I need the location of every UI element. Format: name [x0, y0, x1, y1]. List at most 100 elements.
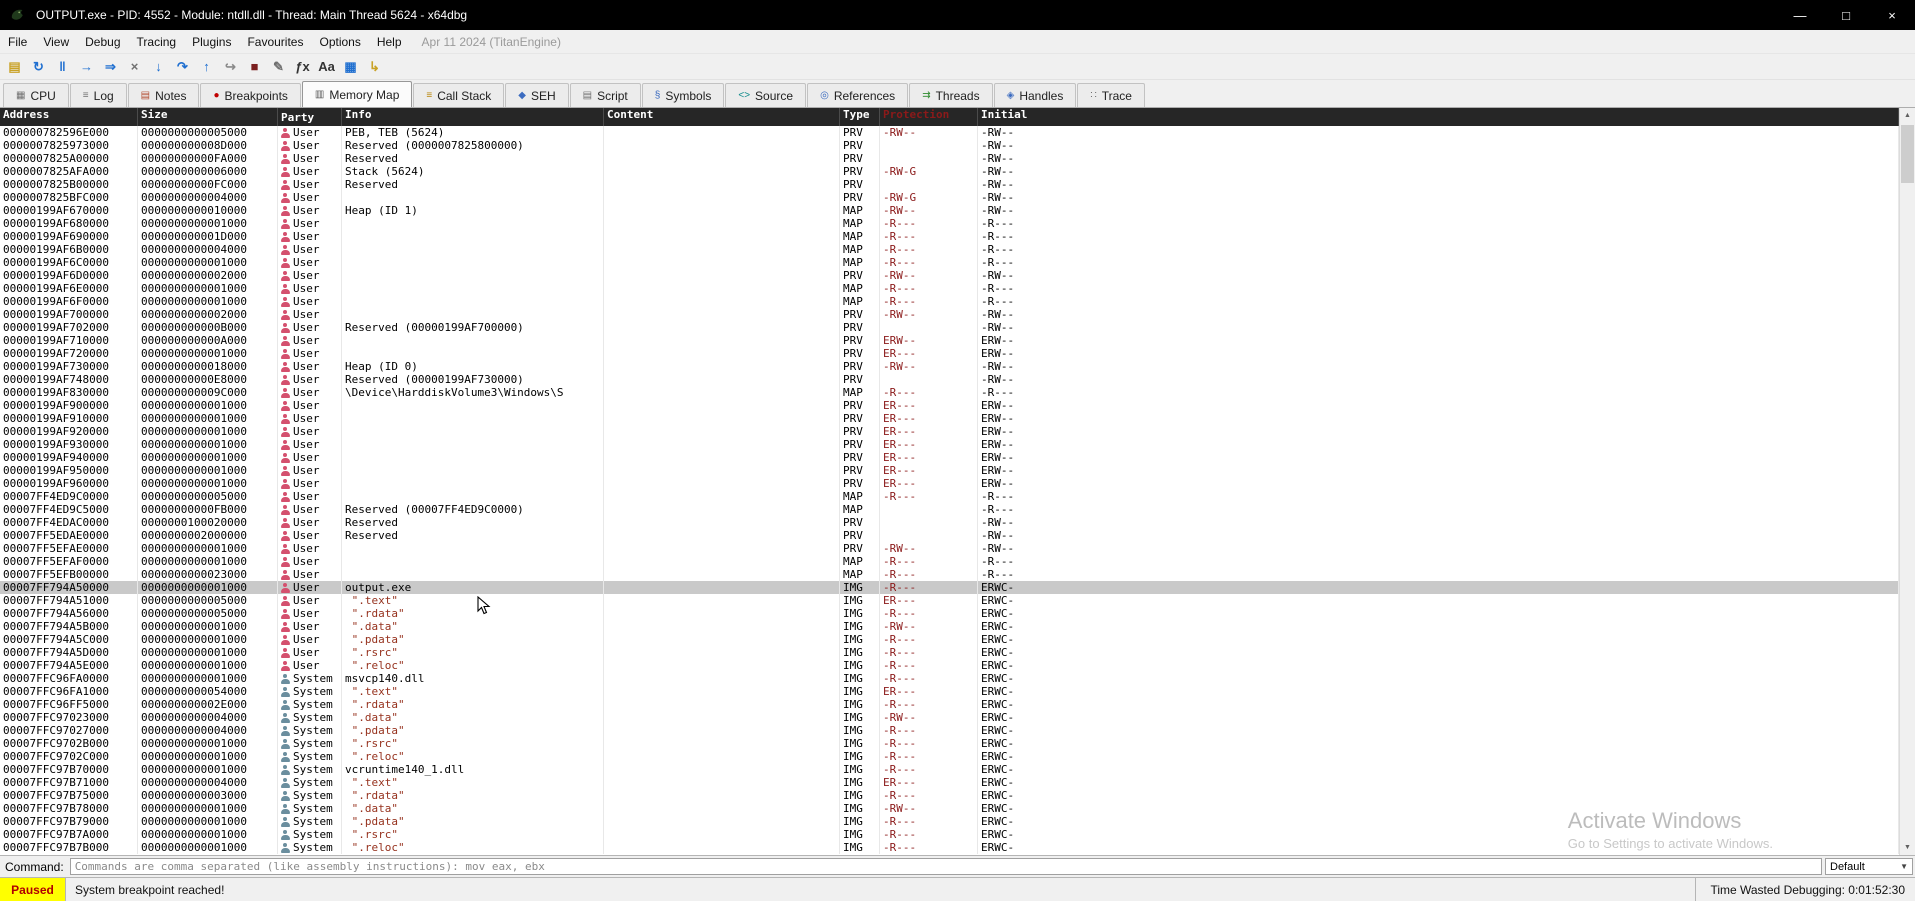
memory-map-row[interactable]: 00007FFC97B78000 0000000000001000 System… [0, 802, 1899, 815]
pause-icon[interactable]: ‖ [52, 56, 73, 77]
memory-map-row[interactable]: 00007FF4EDAC0000 0000000100020000 User R… [0, 516, 1899, 529]
menu-item-file[interactable]: File [0, 30, 35, 53]
tab-call-stack[interactable]: ≡ Call Stack [413, 83, 504, 107]
memory-map-row[interactable]: 000000782596E000 0000000000005000 User P… [0, 126, 1899, 139]
menu-item-options[interactable]: Options [311, 30, 368, 53]
scroll-up-icon[interactable]: ▲ [1900, 108, 1915, 123]
column-header-protection[interactable]: Protection [880, 108, 978, 126]
tab-breakpoints[interactable]: ● Breakpoints [200, 83, 300, 107]
minimize-icon[interactable]: — [1777, 0, 1823, 30]
menu-item-view[interactable]: View [35, 30, 77, 53]
restart-icon[interactable]: ↻ [28, 56, 49, 77]
column-header-initial[interactable]: Initial [978, 108, 1899, 126]
menu-item-tracing[interactable]: Tracing [129, 30, 185, 53]
memory-map-row[interactable]: 00000199AF720000 0000000000001000 User P… [0, 347, 1899, 360]
menu-item-favourites[interactable]: Favourites [239, 30, 311, 53]
memory-map-row[interactable]: 00007FFC97B7A000 0000000000001000 System… [0, 828, 1899, 841]
memory-map-row[interactable]: 00007FFC9702C000 0000000000001000 System… [0, 750, 1899, 763]
memory-map-row[interactable]: 00007FFC97B70000 0000000000001000 System… [0, 763, 1899, 776]
memory-map-row[interactable]: 00007FFC97B7B000 0000000000001000 System… [0, 841, 1899, 854]
memory-map-row[interactable]: 00000199AF950000 0000000000001000 User P… [0, 464, 1899, 477]
memory-map-row[interactable]: 00007FF5EDAE0000 0000000002000000 User R… [0, 529, 1899, 542]
memory-map-row[interactable]: 00007FF794A50000 0000000000001000 User o… [0, 581, 1899, 594]
goto-icon[interactable]: ↳ [364, 56, 385, 77]
tab-memory-map[interactable]: ▥ Memory Map [302, 81, 412, 107]
tab-source[interactable]: <> Source [725, 83, 806, 107]
memory-map-row[interactable]: 00007FFC97B75000 0000000000003000 System… [0, 789, 1899, 802]
scrollbar-thumb[interactable] [1901, 125, 1914, 183]
memory-map-row[interactable]: 00007FF794A5D000 0000000000001000 User "… [0, 646, 1899, 659]
memory-map-row[interactable]: 00007FFC9702B000 0000000000001000 System… [0, 737, 1899, 750]
menu-item-plugins[interactable]: Plugins [184, 30, 239, 53]
memory-map-row[interactable]: 00000199AF710000 000000000000A000 User P… [0, 334, 1899, 347]
memory-map-row[interactable]: 00000199AF702000 000000000000B000 User R… [0, 321, 1899, 334]
patches-icon[interactable]: ✎ [268, 56, 289, 77]
memory-map-row[interactable]: 0000007825B00000 00000000000FC000 User R… [0, 178, 1899, 191]
tab-references[interactable]: ◎ References [807, 83, 908, 107]
memory-map-row[interactable]: 00007FF794A5C000 0000000000001000 User "… [0, 633, 1899, 646]
step-out-icon[interactable]: ↑ [196, 56, 217, 77]
memory-map-row[interactable]: 00000199AF748000 00000000000E8000 User R… [0, 373, 1899, 386]
column-header-address[interactable]: Address [0, 108, 138, 126]
memory-map-row[interactable]: 00000199AF910000 0000000000001000 User P… [0, 412, 1899, 425]
memory-map-row[interactable]: 00000199AF690000 000000000001D000 User M… [0, 230, 1899, 243]
column-header-party[interactable]: Party [278, 108, 342, 126]
memory-map-row[interactable]: 00007FFC97023000 0000000000004000 System… [0, 711, 1899, 724]
close-icon[interactable]: × [1869, 0, 1915, 30]
memory-map-row[interactable]: 00007FF4ED9C0000 0000000000005000 User M… [0, 490, 1899, 503]
memory-map-row[interactable]: 00007FF794A5E000 0000000000001000 User "… [0, 659, 1899, 672]
memory-map-row[interactable]: 00007FF794A5B000 0000000000001000 User "… [0, 620, 1899, 633]
memory-map-row[interactable]: 0000007825973000 000000000008D000 User R… [0, 139, 1899, 152]
calculator-icon[interactable]: ƒx [292, 56, 313, 77]
memory-map-row[interactable]: 00000199AF6F0000 0000000000001000 User M… [0, 295, 1899, 308]
memory-map-row[interactable]: 00007FFC97027000 0000000000004000 System… [0, 724, 1899, 737]
memory-map-row[interactable]: 00000199AF6E0000 0000000000001000 User M… [0, 282, 1899, 295]
memory-map-row[interactable]: 00000199AF700000 0000000000002000 User P… [0, 308, 1899, 321]
memory-map-row[interactable]: 00007FF5EFB00000 0000000000023000 User M… [0, 568, 1899, 581]
vertical-scrollbar[interactable]: ▲ ▼ [1899, 108, 1915, 855]
tab-symbols[interactable]: § Symbols [642, 83, 725, 107]
column-header-size[interactable]: Size [138, 108, 278, 126]
cpu-chip-icon[interactable]: ▦ [340, 56, 361, 77]
memory-map-row[interactable]: 00007FFC97B79000 0000000000001000 System… [0, 815, 1899, 828]
memory-map-row[interactable]: 0000007825BFC000 0000000000004000 User P… [0, 191, 1899, 204]
tab-threads[interactable]: ⇉ Threads [909, 83, 992, 107]
column-header-info[interactable]: Info [342, 108, 604, 126]
tab-script[interactable]: ▤ Script [570, 83, 641, 107]
memory-map-row[interactable]: 0000007825A00000 00000000000FA000 User R… [0, 152, 1899, 165]
memory-map-row[interactable]: 00007FF5EFAE0000 0000000000001000 User P… [0, 542, 1899, 555]
memory-map-row[interactable]: 00000199AF680000 0000000000001000 User M… [0, 217, 1899, 230]
open-file-icon[interactable]: ▤ [4, 56, 25, 77]
memory-map-row[interactable]: 00007FFC97B71000 0000000000004000 System… [0, 776, 1899, 789]
assembler-icon[interactable]: Aa [316, 56, 337, 77]
close-debuggee-icon[interactable]: × [124, 56, 145, 77]
memory-map-row[interactable]: 00000199AF6B0000 0000000000004000 User M… [0, 243, 1899, 256]
tab-notes[interactable]: ▤ Notes [128, 83, 200, 107]
menu-item-help[interactable]: Help [369, 30, 410, 53]
maximize-icon[interactable]: □ [1823, 0, 1869, 30]
memory-map-row[interactable]: 00000199AF930000 0000000000001000 User P… [0, 438, 1899, 451]
tab-cpu[interactable]: ▦ CPU [3, 83, 69, 107]
menu-item-debug[interactable]: Debug [77, 30, 128, 53]
run-icon[interactable]: → [76, 56, 97, 77]
animate-icon[interactable]: ■ [244, 56, 265, 77]
memory-map-row[interactable]: 0000007825AFA000 0000000000006000 User S… [0, 165, 1899, 178]
tab-trace[interactable]: ∷ Trace [1077, 83, 1145, 107]
step-over-icon[interactable]: ↷ [172, 56, 193, 77]
memory-map-row[interactable]: 00007FF794A56000 0000000000005000 User "… [0, 607, 1899, 620]
skip-icon[interactable]: ↪ [220, 56, 241, 77]
scroll-down-icon[interactable]: ▼ [1900, 840, 1915, 855]
memory-map-row[interactable]: 00000199AF6C0000 0000000000001000 User M… [0, 256, 1899, 269]
memory-map-row[interactable]: 00000199AF670000 0000000000010000 User H… [0, 204, 1899, 217]
memory-map-row[interactable]: 00000199AF960000 0000000000001000 User P… [0, 477, 1899, 490]
column-header-content[interactable]: Content [604, 108, 840, 126]
run-swallow-icon[interactable]: ⇒ [100, 56, 121, 77]
command-input[interactable] [70, 858, 1822, 875]
memory-map-row[interactable]: 00000199AF830000 000000000009C000 User \… [0, 386, 1899, 399]
step-into-icon[interactable]: ↓ [148, 56, 169, 77]
command-profile-dropdown[interactable]: Default ▼ [1825, 858, 1913, 875]
memory-map-row[interactable]: 00000199AF730000 0000000000018000 User H… [0, 360, 1899, 373]
memory-map-row[interactable]: 00007FFC96FA1000 0000000000054000 System… [0, 685, 1899, 698]
memory-map-row[interactable]: 00007FF5EFAF0000 0000000000001000 User M… [0, 555, 1899, 568]
tab-log[interactable]: ≡ Log [70, 83, 127, 107]
